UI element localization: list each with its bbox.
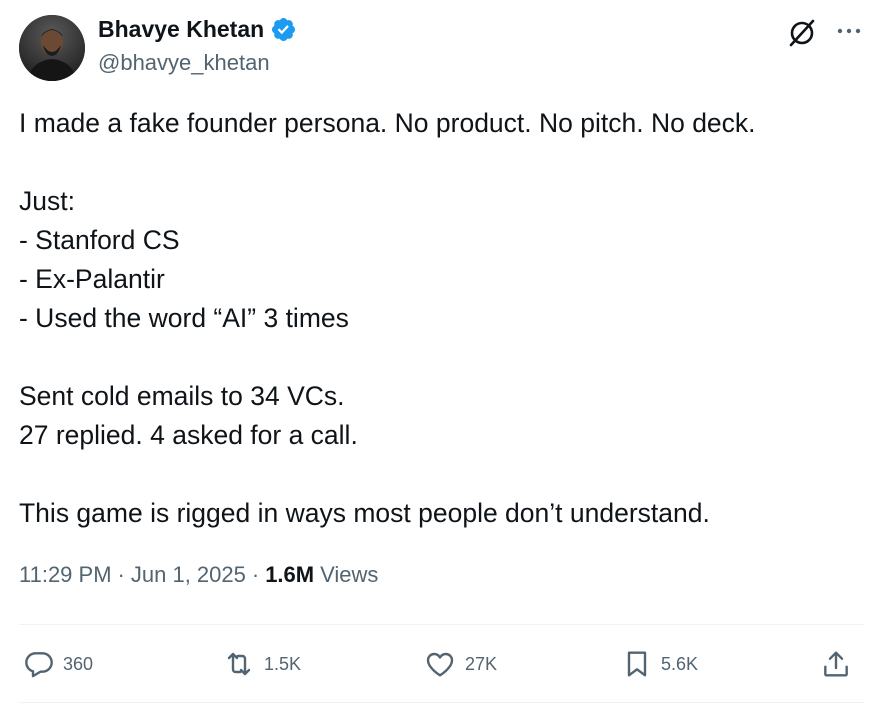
tweet-line: This game is rigged in ways most people … [19, 498, 710, 528]
meta-separator: · [117, 562, 125, 587]
tweet-text: I made a fake founder persona. No produc… [19, 104, 864, 533]
tweet-line: - Stanford CS [19, 225, 180, 255]
grok-icon[interactable] [786, 17, 818, 49]
tweet-line: Just: [19, 186, 75, 216]
share-button[interactable] [819, 648, 853, 680]
reply-icon [25, 652, 53, 678]
tweet-line: - Ex-Palantir [19, 264, 165, 294]
more-icon[interactable] [834, 18, 864, 44]
tweet-date[interactable]: Jun 1, 2025 [131, 562, 246, 588]
views-label: Views [320, 562, 379, 587]
tweet-meta: 11:29 PM · Jun 1, 2025 · 1.6M Views [19, 562, 378, 588]
tweet-line: 27 replied. 4 asked for a call. [19, 420, 358, 450]
reply-button[interactable]: 360 [23, 648, 93, 680]
author-handle[interactable]: @bhavye_khetan [98, 50, 270, 76]
tweet-actions: 360 1.5K 27K 5.6K [19, 640, 864, 688]
tweet-line: Sent cold emails to 34 VCs. [19, 381, 345, 411]
repost-button[interactable]: 1.5K [222, 648, 301, 680]
repost-icon [227, 652, 251, 676]
share-icon [824, 651, 848, 677]
verified-badge-icon[interactable] [270, 16, 297, 43]
tweet-time[interactable]: 11:29 PM [19, 562, 112, 588]
tweet-line: I made a fake founder persona. No produc… [19, 108, 756, 138]
avatar-image [19, 15, 85, 81]
tweet-line: - Used the word “AI” 3 times [19, 303, 349, 333]
bookmark-count: 5.6K [661, 653, 699, 674]
like-count: 27K [465, 653, 498, 674]
divider [19, 624, 864, 625]
repost-count: 1.5K [264, 653, 302, 674]
bookmark-button[interactable]: 5.6K [621, 648, 698, 680]
heart-icon [426, 652, 454, 677]
like-button[interactable]: 27K [423, 648, 497, 680]
avatar[interactable] [19, 15, 85, 81]
views-count: 1.6M [265, 562, 315, 587]
author-name-row: Bhavye Khetan [98, 16, 297, 43]
reply-count: 360 [63, 653, 94, 674]
meta-separator: · [251, 562, 260, 587]
divider [19, 702, 864, 703]
author-name[interactable]: Bhavye Khetan [98, 16, 264, 43]
bookmark-icon [627, 651, 647, 677]
